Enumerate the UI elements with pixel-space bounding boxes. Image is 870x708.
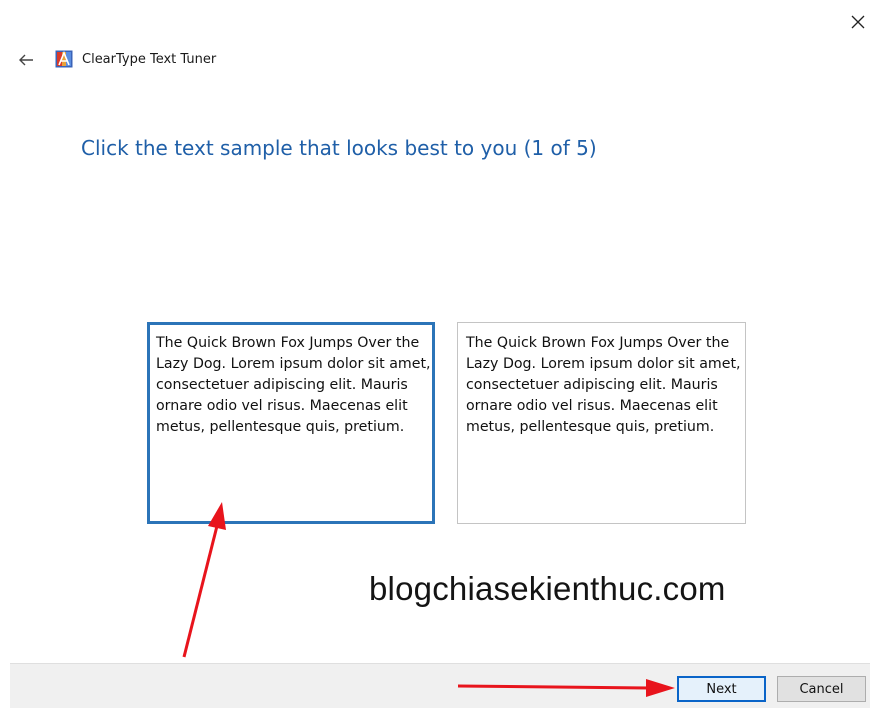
window-title: ClearType Text Tuner xyxy=(82,52,217,67)
back-arrow-icon xyxy=(19,54,33,66)
page-heading: Click the text sample that looks best to… xyxy=(81,136,597,160)
annotation-arrow-up xyxy=(182,502,226,658)
back-button[interactable] xyxy=(14,48,38,72)
watermark-text: blogchiasekienthuc.com xyxy=(369,570,726,607)
text-sample-1[interactable]: The Quick Brown Fox Jumps Over the Lazy … xyxy=(147,322,435,524)
text-sample-2-text: The Quick Brown Fox Jumps Over the Lazy … xyxy=(466,335,741,435)
next-button[interactable]: Next xyxy=(677,676,766,702)
close-icon xyxy=(851,15,865,29)
text-sample-2[interactable]: The Quick Brown Fox Jumps Over the Lazy … xyxy=(457,322,746,524)
cleartype-app-icon xyxy=(55,50,73,68)
text-sample-1-text: The Quick Brown Fox Jumps Over the Lazy … xyxy=(156,335,431,435)
close-button[interactable] xyxy=(844,8,870,36)
cancel-button[interactable]: Cancel xyxy=(777,676,866,702)
